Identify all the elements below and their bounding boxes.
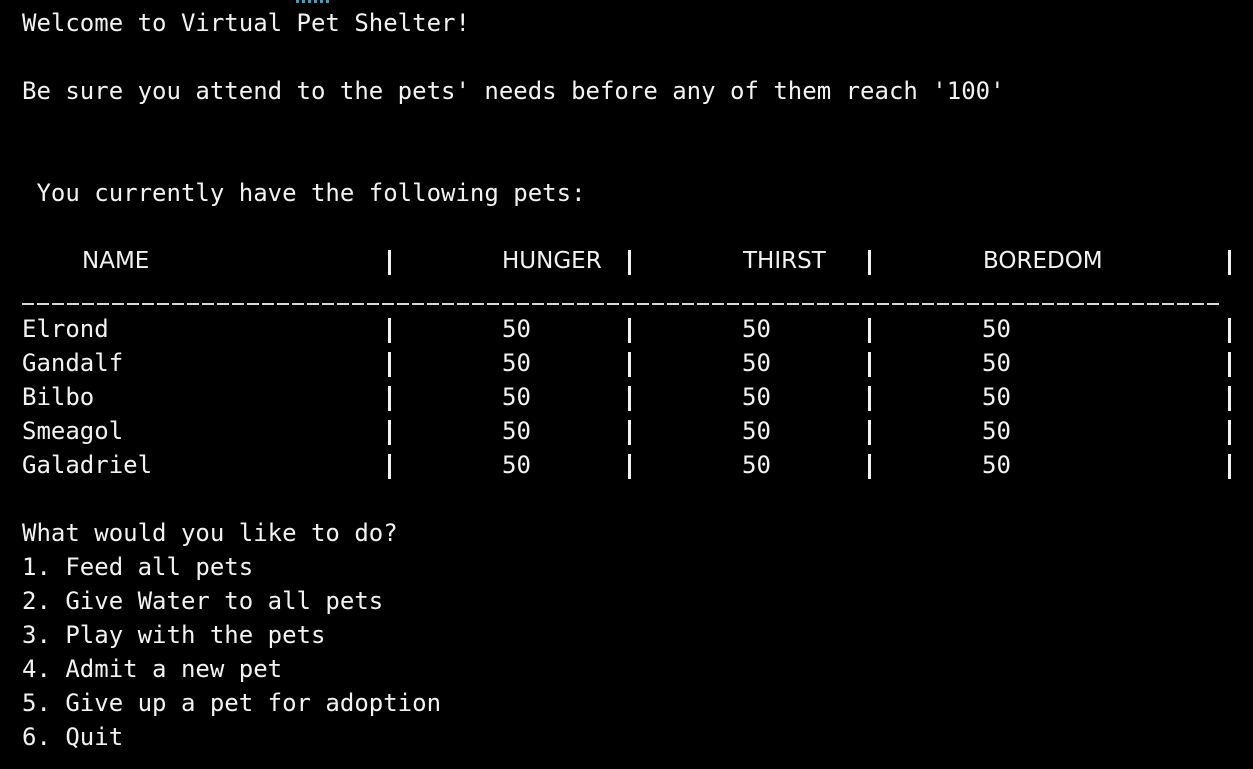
pet-name: Galadriel bbox=[22, 451, 153, 479]
header-boredom: BOREDOM bbox=[983, 248, 1103, 274]
menu-option-quit[interactable]: 6. Quit bbox=[22, 720, 123, 754]
column-separator bbox=[388, 454, 391, 479]
cursor-artifact bbox=[296, 0, 330, 3]
column-separator bbox=[1228, 454, 1231, 479]
menu-option-adopt[interactable]: 5. Give up a pet for adoption bbox=[22, 686, 441, 720]
column-separator bbox=[868, 250, 871, 275]
pet-hunger: 50 bbox=[502, 383, 531, 411]
column-separator bbox=[1228, 352, 1231, 377]
column-separator bbox=[388, 386, 391, 411]
column-separator bbox=[1228, 318, 1231, 343]
pet-boredom: 50 bbox=[982, 417, 1011, 445]
pet-boredom: 50 bbox=[982, 349, 1011, 377]
pet-thirst: 50 bbox=[742, 349, 771, 377]
column-separator bbox=[1228, 386, 1231, 411]
column-separator bbox=[628, 454, 631, 479]
column-separator bbox=[868, 352, 871, 377]
menu-option-admit[interactable]: 4. Admit a new pet bbox=[22, 652, 282, 686]
pet-thirst: 50 bbox=[742, 315, 771, 343]
column-separator bbox=[628, 352, 631, 377]
column-separator bbox=[868, 318, 871, 343]
header-thirst: THIRST bbox=[743, 248, 826, 274]
column-separator bbox=[868, 420, 871, 445]
pet-thirst: 50 bbox=[742, 417, 771, 445]
pet-hunger: 50 bbox=[502, 451, 531, 479]
pet-thirst: 50 bbox=[742, 451, 771, 479]
column-separator bbox=[388, 352, 391, 377]
pet-boredom: 50 bbox=[982, 315, 1011, 343]
menu-option-play[interactable]: 3. Play with the pets bbox=[22, 618, 325, 652]
column-separator bbox=[1228, 420, 1231, 445]
column-separator bbox=[628, 250, 631, 275]
pet-hunger: 50 bbox=[502, 417, 531, 445]
header-name: NAME bbox=[82, 248, 150, 274]
pet-name: Gandalf bbox=[22, 349, 124, 377]
header-hunger: HUNGER bbox=[502, 248, 602, 274]
terminal-window: Welcome to Virtual Pet Shelter! Be sure … bbox=[0, 0, 1253, 769]
header-divider bbox=[22, 303, 1222, 305]
column-separator bbox=[1228, 250, 1231, 275]
column-separator bbox=[628, 386, 631, 411]
warning-text: Be sure you attend to the pets' needs be… bbox=[22, 77, 1005, 105]
pets-heading: You currently have the following pets: bbox=[22, 179, 586, 207]
pet-hunger: 50 bbox=[502, 315, 531, 343]
menu-option-feed[interactable]: 1. Feed all pets bbox=[22, 550, 253, 584]
pet-name: Elrond bbox=[22, 315, 109, 343]
column-separator bbox=[868, 454, 871, 479]
column-separator bbox=[628, 318, 631, 343]
pet-name: Smeagol bbox=[22, 417, 124, 445]
pet-thirst: 50 bbox=[742, 383, 771, 411]
column-separator bbox=[388, 250, 391, 275]
column-separator bbox=[388, 420, 391, 445]
menu-prompt: What would you like to do? bbox=[22, 519, 398, 547]
welcome-text: Welcome to Virtual Pet Shelter! bbox=[22, 9, 470, 37]
menu-option-water[interactable]: 2. Give Water to all pets bbox=[22, 584, 383, 618]
pet-boredom: 50 bbox=[982, 451, 1011, 479]
column-separator bbox=[388, 318, 391, 343]
pet-name: Bilbo bbox=[22, 383, 95, 411]
pet-hunger: 50 bbox=[502, 349, 531, 377]
pet-boredom: 50 bbox=[982, 383, 1011, 411]
column-separator bbox=[868, 386, 871, 411]
column-separator bbox=[628, 420, 631, 445]
